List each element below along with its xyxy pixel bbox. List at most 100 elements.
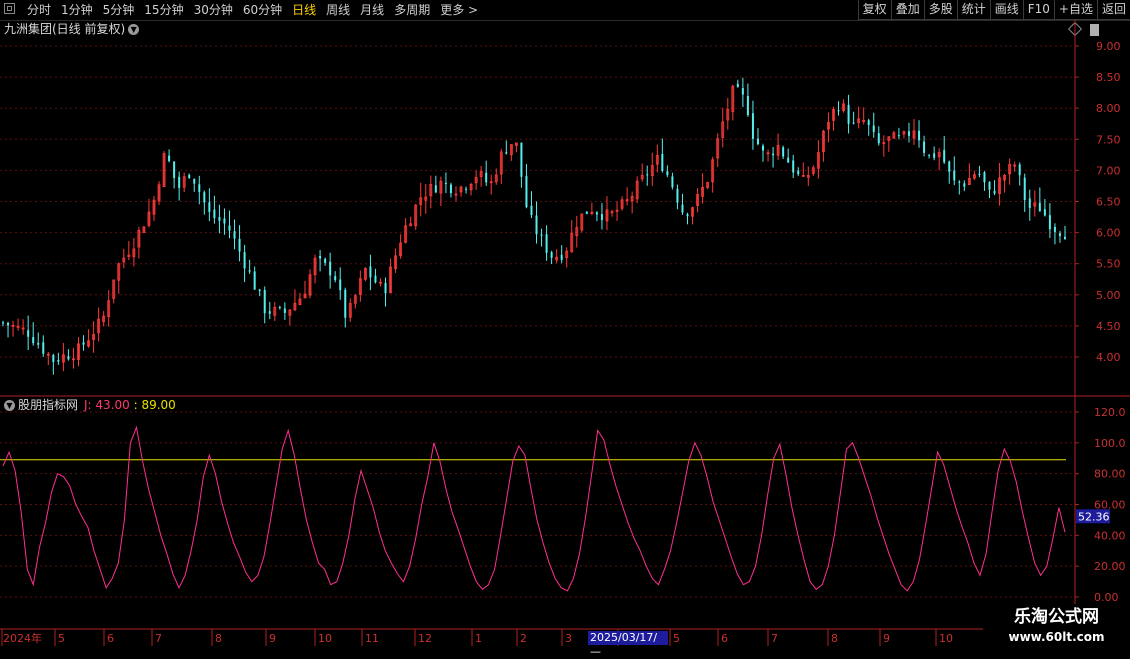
candle-body bbox=[686, 214, 689, 217]
y-tick-label: 4.00 bbox=[1096, 351, 1121, 364]
candle-body bbox=[32, 337, 35, 344]
chart-canvas: 9.00 8.50 8.00 7.50 7.00 6.50 6.00 5.50 5.00 4.50… bbox=[0, 20, 1130, 646]
candle-body bbox=[988, 181, 991, 190]
candle-body bbox=[57, 360, 60, 362]
candle-body bbox=[872, 125, 875, 133]
candle-body bbox=[756, 138, 759, 145]
candle-body bbox=[263, 290, 266, 314]
candle-body bbox=[918, 130, 921, 141]
candle-body bbox=[646, 174, 649, 176]
candle-body bbox=[792, 160, 795, 173]
y-tick-label: 7.00 bbox=[1096, 164, 1121, 177]
candle-body bbox=[837, 110, 840, 112]
candle-body bbox=[278, 307, 281, 309]
x-tick-label: 1 bbox=[475, 632, 482, 645]
candle-body bbox=[248, 270, 251, 272]
candle-body bbox=[772, 153, 775, 156]
candle-body bbox=[907, 131, 910, 136]
candle-body bbox=[963, 183, 966, 187]
x-tick-label: 8 bbox=[831, 632, 838, 645]
candle-body bbox=[369, 266, 372, 278]
candle-body bbox=[198, 184, 201, 192]
candle-body bbox=[319, 255, 322, 259]
candle-body bbox=[928, 154, 931, 156]
candle-body bbox=[520, 142, 523, 177]
candle-body bbox=[283, 308, 286, 313]
candle-body bbox=[188, 174, 191, 178]
candle-body bbox=[736, 83, 739, 87]
candle-body bbox=[852, 122, 855, 124]
candle-body bbox=[384, 282, 387, 294]
candle-body bbox=[1023, 177, 1026, 201]
candle-body bbox=[787, 157, 790, 163]
candle-body bbox=[228, 225, 231, 231]
candle-body bbox=[953, 170, 956, 181]
x-tick-label: 5 bbox=[58, 632, 65, 645]
candle-body bbox=[958, 181, 961, 183]
candle-body bbox=[344, 289, 347, 318]
x-tick-label: 5 bbox=[673, 632, 680, 645]
x-tick-label: 6 bbox=[721, 632, 728, 645]
candle-body bbox=[52, 354, 55, 363]
y-tick-label: 5.50 bbox=[1096, 258, 1121, 271]
candle-body bbox=[324, 258, 327, 263]
watermark-title: 乐淘公式网 bbox=[1014, 607, 1099, 627]
candle-body bbox=[1038, 202, 1041, 212]
x-tick-label: 10 bbox=[939, 632, 953, 645]
candle-body bbox=[671, 176, 674, 188]
indicator-tick-label: 100.0 bbox=[1094, 437, 1126, 450]
candle-body bbox=[943, 150, 946, 163]
x-tick-label: 9 bbox=[883, 632, 890, 645]
candle-body bbox=[535, 215, 538, 235]
candle-body bbox=[253, 271, 256, 290]
candle-body bbox=[203, 192, 206, 203]
indicator-tick-label: 80.00 bbox=[1094, 468, 1126, 481]
candle-body bbox=[585, 211, 588, 214]
candle-body bbox=[782, 147, 785, 157]
candle-body bbox=[339, 279, 342, 291]
candle-body bbox=[530, 205, 533, 215]
candle-body bbox=[545, 234, 548, 253]
y-tick-label: 7.50 bbox=[1096, 133, 1121, 146]
candle-body bbox=[746, 95, 749, 116]
y-tick-label: 6.50 bbox=[1096, 196, 1121, 209]
candle-body bbox=[208, 202, 211, 212]
candle-body bbox=[7, 322, 10, 326]
candle-body bbox=[67, 356, 70, 360]
candle-body bbox=[1028, 198, 1031, 209]
candle-body bbox=[993, 190, 996, 194]
candle-body bbox=[1048, 215, 1051, 230]
candle-body bbox=[1043, 209, 1046, 216]
candle-body bbox=[27, 330, 30, 337]
candle-body bbox=[666, 171, 669, 176]
candle-body bbox=[258, 289, 261, 291]
candle-body bbox=[595, 212, 598, 215]
candle-body bbox=[223, 218, 226, 224]
x-tick-label: 2024年 bbox=[3, 631, 42, 645]
candle-body bbox=[1058, 233, 1061, 236]
x-tick-label: 6 bbox=[107, 632, 114, 645]
watermark: 乐淘公式网 www.60lt.com bbox=[983, 604, 1130, 650]
x-tick-label: 3 bbox=[565, 632, 572, 645]
candle-body bbox=[525, 175, 528, 208]
current-value-label: 52.36 bbox=[1078, 510, 1110, 523]
x-tick-label: 11 bbox=[365, 632, 379, 645]
candle-body bbox=[173, 161, 176, 179]
candle-body bbox=[37, 342, 40, 345]
y-tick-label: 5.00 bbox=[1096, 289, 1121, 302]
candle-body bbox=[334, 276, 337, 281]
candle-body bbox=[193, 178, 196, 184]
watermark-url: www.60lt.com bbox=[1008, 630, 1105, 644]
x-tick-label: 7 bbox=[155, 632, 162, 645]
y-tick-label: 6.00 bbox=[1096, 227, 1121, 240]
candle-body bbox=[505, 152, 508, 154]
indicator-tick-label: 20.00 bbox=[1094, 560, 1126, 573]
candle-body bbox=[948, 161, 951, 172]
candle-body bbox=[600, 214, 603, 220]
candle-body bbox=[42, 342, 45, 354]
candle-body bbox=[676, 188, 679, 203]
candle-body bbox=[178, 176, 181, 188]
candle-body bbox=[751, 113, 754, 139]
candle-body bbox=[983, 172, 986, 183]
candle-body bbox=[329, 261, 332, 276]
